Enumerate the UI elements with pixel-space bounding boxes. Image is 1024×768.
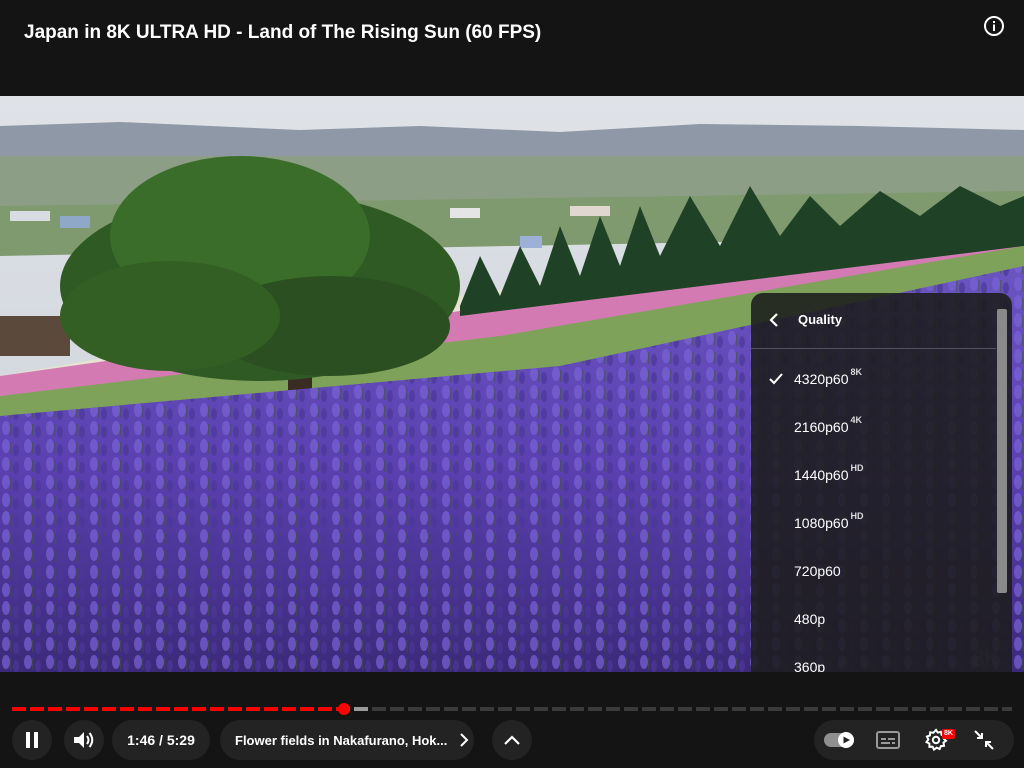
captions-icon (876, 731, 900, 749)
settings-quality-badge: 8K (942, 729, 955, 739)
volume-button[interactable] (64, 720, 104, 760)
quality-option-label: 1440p60 HD (794, 463, 864, 483)
expand-button[interactable] (492, 720, 532, 760)
fullscreen-exit-button[interactable] (966, 726, 1002, 754)
quality-option-label: 4320p60 8K (794, 367, 863, 387)
quality-option-4320p60[interactable]: 4320p60 8K (751, 356, 996, 404)
chapter-title: Flower fields in Nakafurano, Hok... (235, 732, 448, 748)
autoplay-toggle-icon (824, 732, 854, 748)
progress-played (12, 707, 344, 711)
captions-button[interactable] (870, 726, 906, 754)
fullscreen-exit-icon (974, 730, 994, 750)
quality-option-badge: 8K (850, 367, 863, 377)
quality-option-label: 1080p60 HD (794, 511, 864, 531)
quality-option-1440p60[interactable]: 1440p60 HD (751, 452, 996, 500)
quality-option-label: 480p (794, 611, 826, 627)
chevron-right-icon (459, 733, 469, 747)
pause-button[interactable] (12, 720, 52, 760)
quality-menu-scrollbar[interactable] (997, 309, 1007, 695)
chapter-button[interactable]: Flower fields in Nakafurano, Hok... (220, 720, 474, 760)
quality-menu-title: Quality (798, 312, 843, 327)
quality-option-2160p60[interactable]: 2160p60 4K (751, 404, 996, 452)
quality-menu-header[interactable]: Quality (751, 293, 996, 349)
quality-option-badge: 4K (850, 415, 863, 425)
chevron-up-icon (504, 735, 520, 745)
quality-option-480p[interactable]: 480p (751, 596, 996, 644)
quality-option-label: 2160p60 4K (794, 415, 863, 435)
progress-bar[interactable] (12, 703, 1012, 715)
quality-option-label: 720p60 (794, 563, 841, 579)
scrubber-handle[interactable] (338, 703, 350, 715)
pause-icon (26, 732, 38, 748)
check-icon (769, 373, 783, 385)
info-circle-icon (984, 16, 1004, 36)
info-button[interactable] (982, 14, 1006, 38)
scrollbar-thumb[interactable] (997, 309, 1007, 593)
time-display: 1:46 / 5:29 (112, 720, 210, 760)
chevron-left-icon (767, 312, 781, 328)
volume-high-icon (74, 732, 94, 748)
top-bar (0, 0, 1024, 96)
quality-option-1080p60[interactable]: 1080p60 HD (751, 500, 996, 548)
quality-menu: Quality 4320p60 8K 2160p60 4K 1440p60 HD 10… (751, 293, 1012, 705)
quality-option-badge: HD (850, 463, 864, 473)
video-title: Japan in 8K ULTRA HD - Land of The Risin… (24, 22, 542, 43)
autoplay-toggle[interactable] (822, 726, 858, 754)
quality-option-badge: HD (850, 511, 864, 521)
quality-option-720p60[interactable]: 720p60 (751, 548, 996, 596)
